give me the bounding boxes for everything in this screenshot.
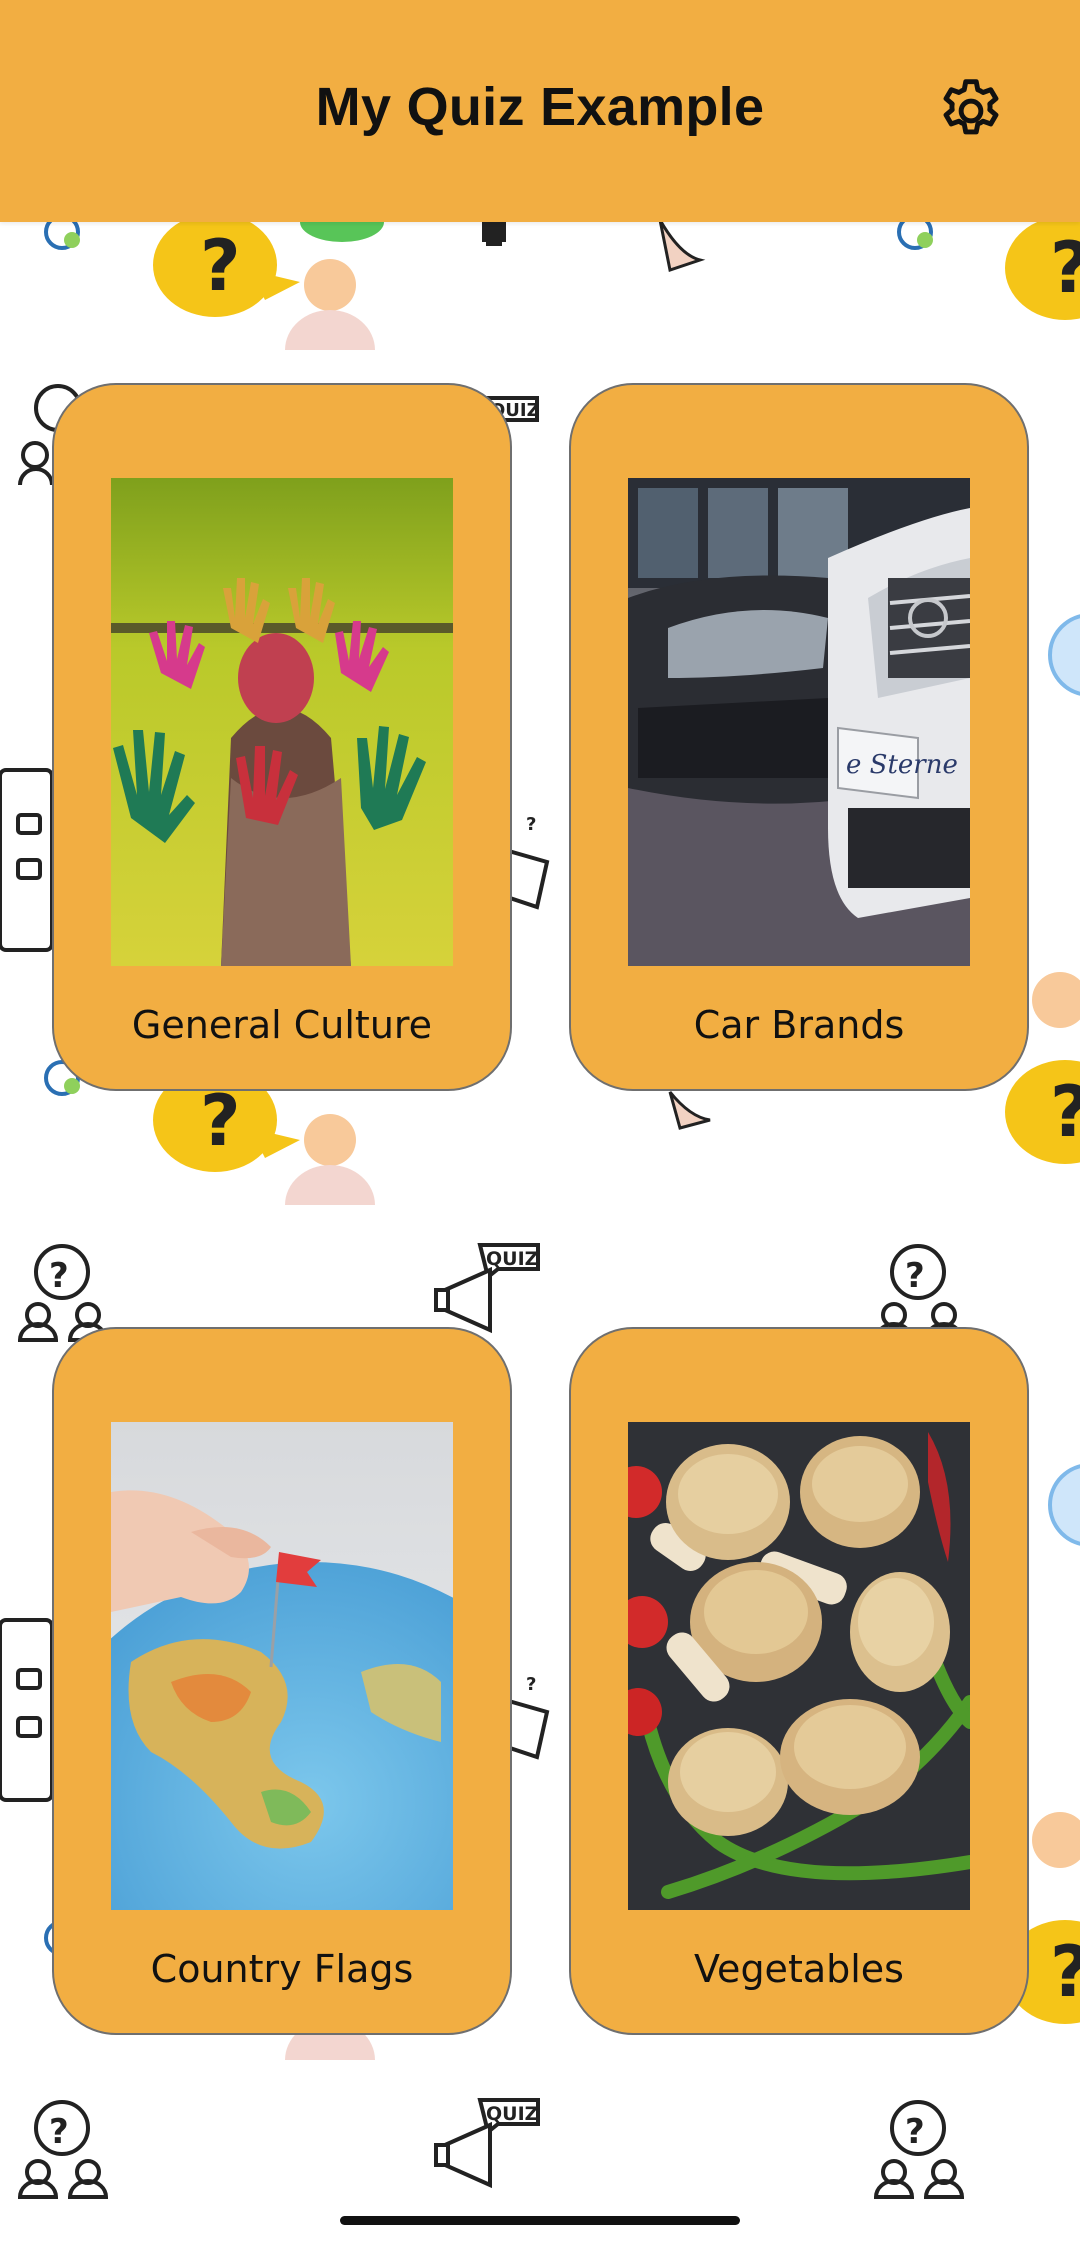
card-label: Vegetables [694, 1947, 904, 1991]
svg-text:?: ? [1050, 227, 1080, 309]
vegetables-image [628, 1422, 970, 1910]
svg-text:?: ? [200, 225, 241, 307]
card-label: General Culture [131, 1003, 433, 1047]
pattern-tile: ? ? [44, 213, 1080, 350]
category-card-country-flags[interactable]: Country Flags [52, 1327, 512, 2035]
category-card-general-culture[interactable]: General Culture [52, 383, 512, 1091]
general-culture-image [111, 478, 453, 966]
category-card-vegetables[interactable]: Vegetables [569, 1327, 1029, 2035]
svg-text:QUIZ: QUIZ [486, 2103, 538, 2125]
pattern-tile: ? QUIZ ? [17, 2098, 965, 2199]
svg-text:?: ? [526, 1674, 536, 1695]
svg-text:?: ? [905, 1256, 925, 1296]
country-flags-image [111, 1422, 453, 1910]
svg-text:?: ? [49, 1256, 69, 1296]
svg-text:?: ? [49, 2112, 69, 2152]
svg-text:?: ? [200, 1080, 241, 1162]
home-indicator[interactable] [340, 2216, 740, 2225]
svg-text:?: ? [526, 814, 536, 835]
card-label: Car Brands [693, 1003, 905, 1047]
page-title: My Quiz Example [315, 77, 765, 137]
svg-text:e Sterne: e Sterne [846, 750, 958, 780]
svg-text:?: ? [1050, 1931, 1080, 2013]
category-card-car-brands[interactable]: e Sterne Car Brands [569, 383, 1029, 1091]
settings-button[interactable] [926, 66, 1016, 156]
app-bar: My Quiz Example [0, 0, 1080, 222]
gear-icon [943, 79, 999, 135]
card-label: Country Flags [150, 1947, 414, 1991]
svg-text:?: ? [905, 2112, 925, 2152]
svg-text:?: ? [1050, 1071, 1080, 1153]
svg-text:QUIZ: QUIZ [486, 1248, 538, 1270]
car-brands-image: e Sterne [628, 478, 970, 966]
